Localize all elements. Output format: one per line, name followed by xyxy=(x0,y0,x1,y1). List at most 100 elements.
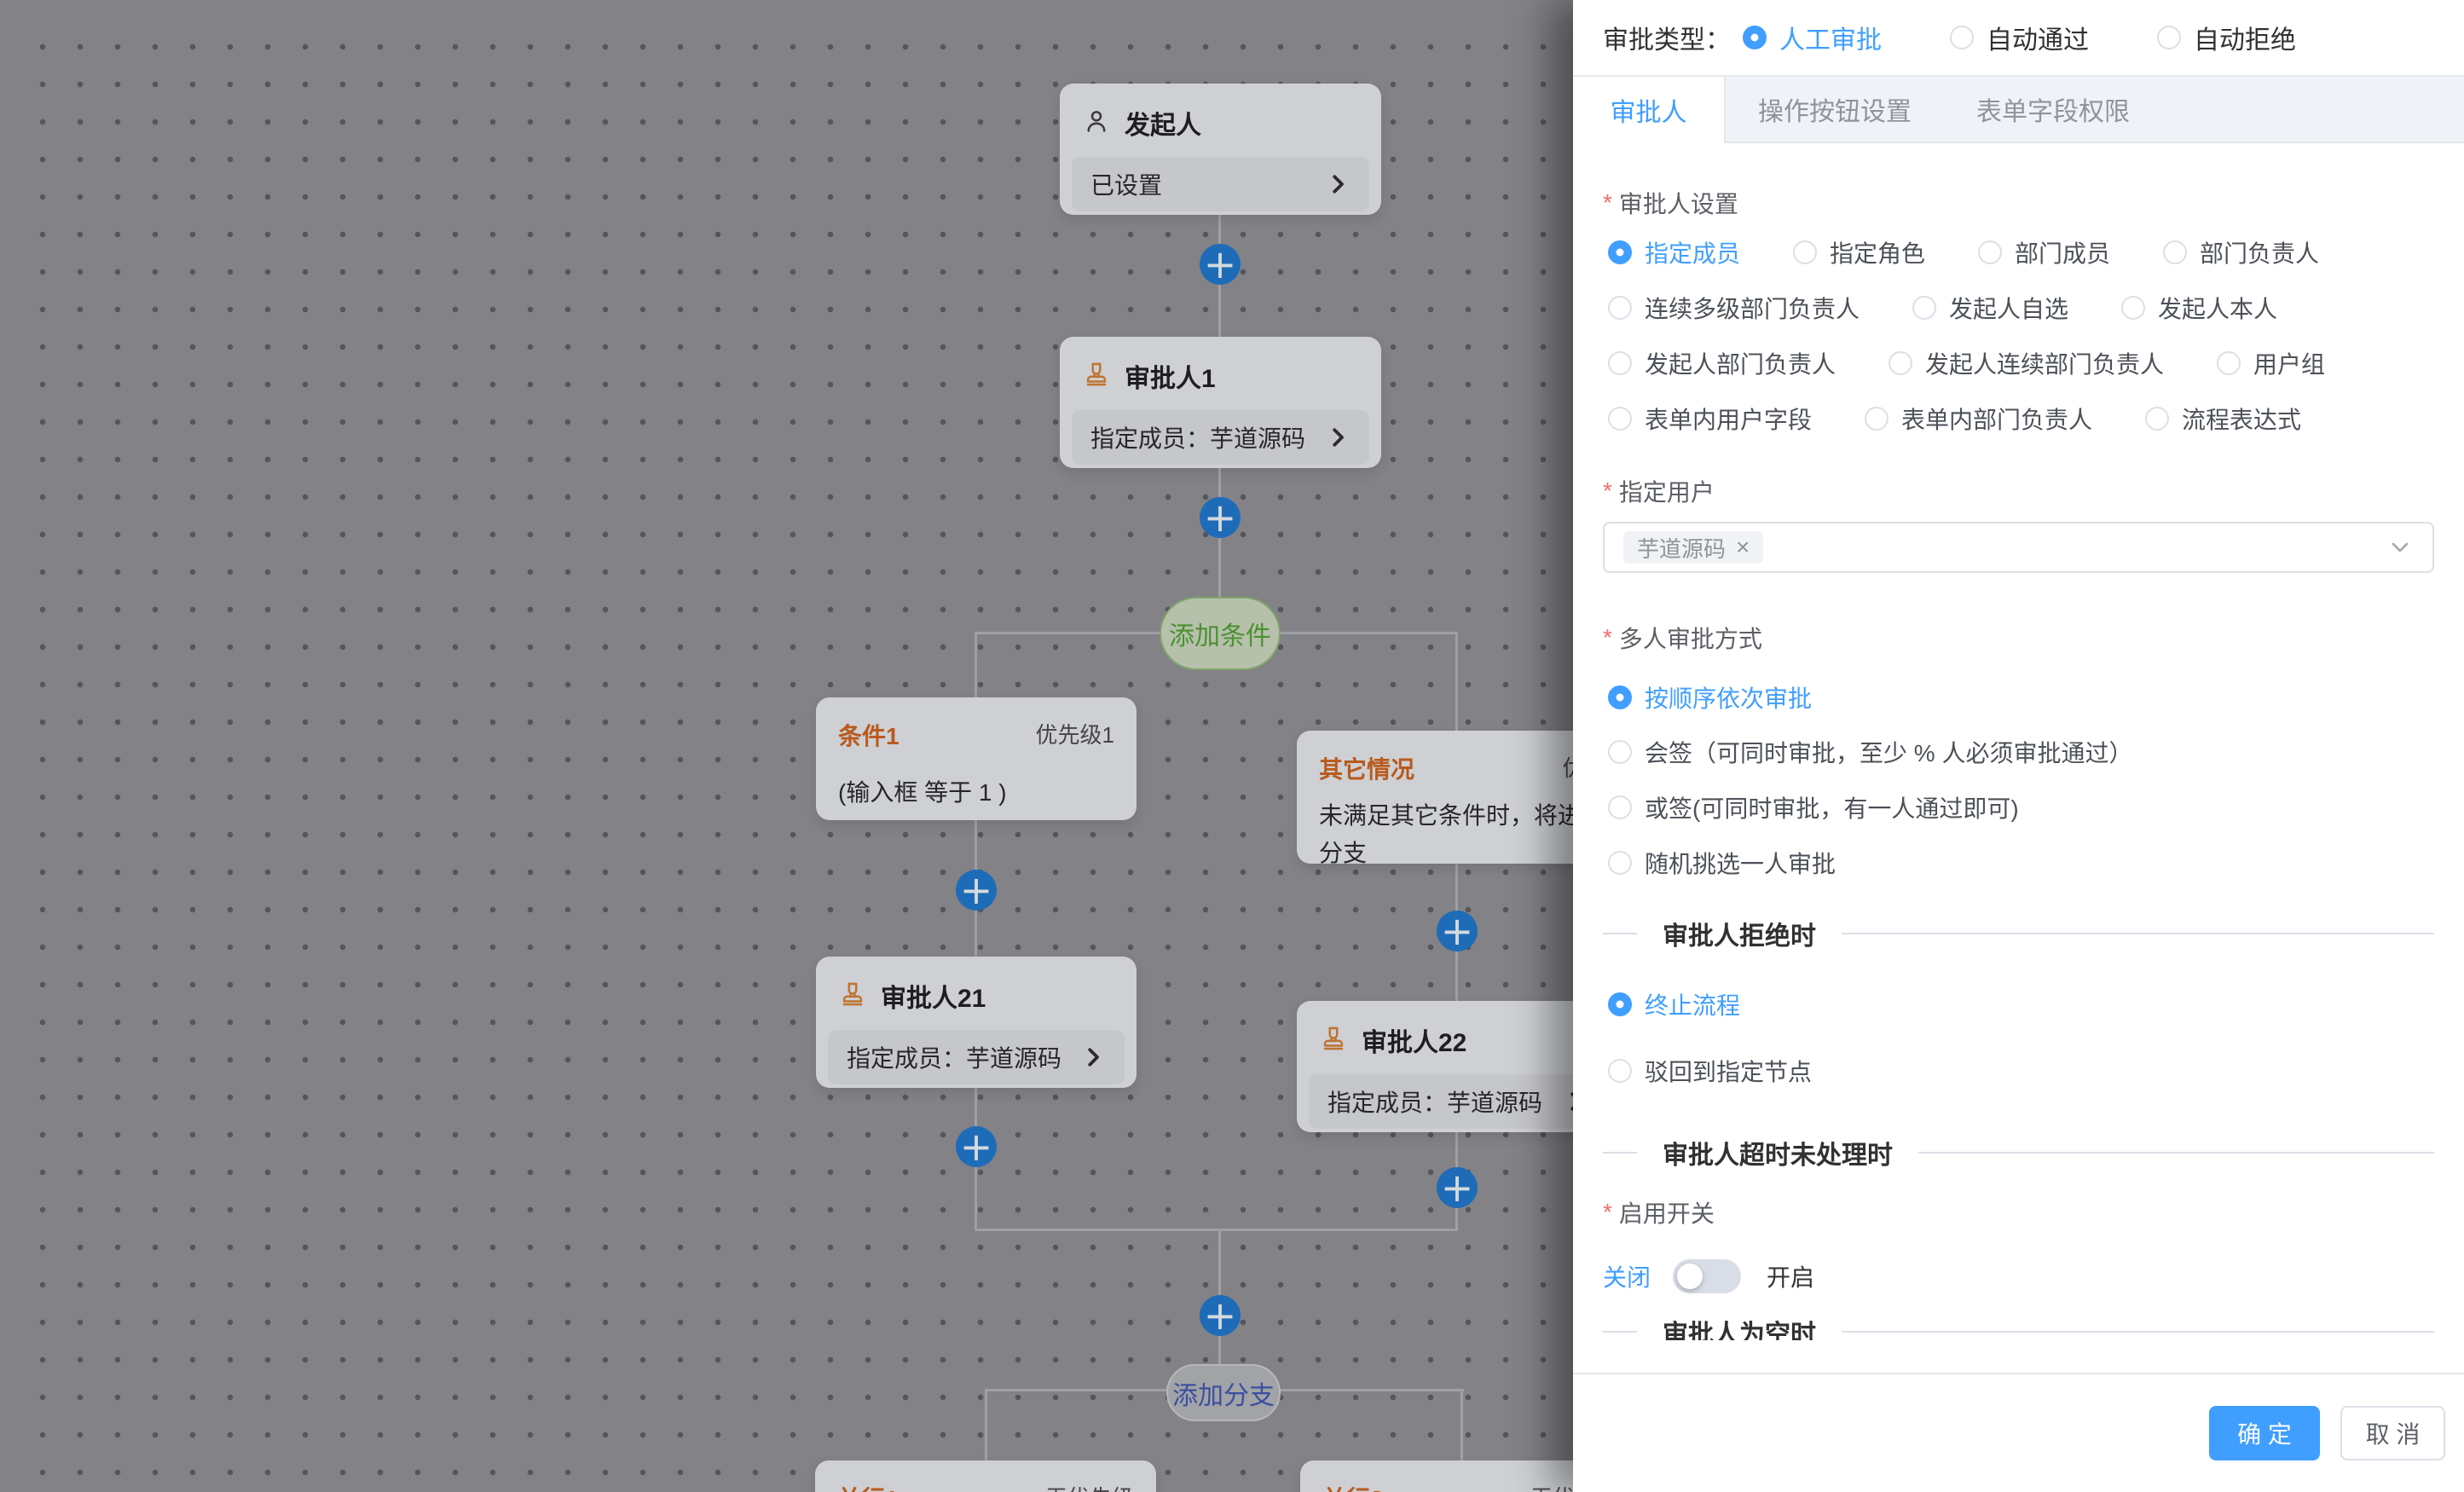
drawer-body[interactable]: * 审批人设置 指定成员 指定角色 部门成员 部门负责人 连续多级部门负责人 发… xyxy=(1573,143,2464,1340)
tag-close-icon[interactable]: × xyxy=(1736,535,1750,559)
radio-initiator-multi-dept-leader[interactable]: 发起人连续部门负责人 xyxy=(1888,346,2164,380)
radio-return-to-node[interactable]: 驳回到指定节点 xyxy=(1608,1054,1812,1088)
cancel-button[interactable]: 取 消 xyxy=(2340,1406,2445,1460)
radio-terminate-process[interactable]: 终止流程 xyxy=(1608,987,1740,1021)
approval-type-row: 审批类型： 人工审批 自动通过 自动拒绝 xyxy=(1603,0,2447,75)
confirm-button[interactable]: 确 定 xyxy=(2209,1406,2320,1460)
add-branch-button[interactable]: 添加分支 xyxy=(1166,1364,1281,1421)
settings-tabbar: 审批人 操作按钮设置 表单字段权限 xyxy=(1573,75,2464,143)
tab-action-buttons[interactable]: 操作按钮设置 xyxy=(1726,77,1944,142)
add-node-button[interactable]: + xyxy=(956,1126,997,1167)
condition-title: 并行2 xyxy=(1322,1481,1384,1492)
radio-initiator-dept-leader[interactable]: 发起人部门负责人 xyxy=(1608,346,1836,380)
radio-assign-member[interactable]: 指定成员 xyxy=(1608,235,1740,269)
connector-line xyxy=(1218,468,1221,497)
radio-dept-leader[interactable]: 部门负责人 xyxy=(2163,235,2319,269)
radio-icon xyxy=(1888,351,1912,375)
node-approver22[interactable]: 审批人22 指定成员：芋道源码 xyxy=(1297,1001,1619,1132)
radio-icon xyxy=(1743,26,1767,49)
node-content-row[interactable]: 指定成员：芋道源码 xyxy=(828,1030,1125,1084)
stamp-icon xyxy=(1082,360,1111,393)
radio-dept-member[interactable]: 部门成员 xyxy=(1978,235,2110,269)
connector-line xyxy=(1460,1391,1463,1460)
add-node-button[interactable]: + xyxy=(1200,1295,1241,1336)
radio-random-one[interactable]: 随机挑选一人审批 xyxy=(1608,846,1836,880)
radio-icon xyxy=(1950,26,1974,49)
radio-sequential-approve[interactable]: 按顺序依次审批 xyxy=(1608,680,1812,714)
radio-icon xyxy=(2163,240,2187,264)
add-node-button[interactable]: + xyxy=(1200,497,1241,538)
tabbar-inactive-area: 操作按钮设置 表单字段权限 xyxy=(1724,77,2464,143)
connector-line xyxy=(1218,215,1221,244)
enable-switch-row: 关闭 开启 xyxy=(1603,1259,2434,1293)
enable-toggle[interactable] xyxy=(1673,1259,1741,1293)
divider-line xyxy=(1918,1152,2434,1154)
user-tag: 芋道源码 × xyxy=(1623,531,1763,564)
connector-line xyxy=(975,911,977,957)
stamp-icon xyxy=(838,980,867,1013)
divider-line xyxy=(1603,1331,1637,1333)
approver-setting-row: 连续多级部门负责人 发起人自选 发起人本人 xyxy=(1603,291,2434,325)
node-approver1[interactable]: 审批人1 指定成员：芋道源码 xyxy=(1060,337,1381,468)
assign-user-select[interactable]: 芋道源码 × xyxy=(1603,522,2434,573)
radio-multi-level-dept-leader[interactable]: 连续多级部门负责人 xyxy=(1608,291,1860,325)
radio-form-user-field[interactable]: 表单内用户字段 xyxy=(1608,402,1812,436)
radio-icon xyxy=(2217,351,2241,375)
condition-priority: 无优先级 xyxy=(1045,1481,1134,1492)
node-approver21[interactable]: 审批人21 指定成员：芋道源码 xyxy=(816,957,1137,1088)
radio-assign-role[interactable]: 指定角色 xyxy=(1793,235,1925,269)
multi-approve-row: 随机挑选一人审批 xyxy=(1603,846,2434,880)
condition-title: 其它情况 xyxy=(1319,751,1414,785)
approval-type-label: 审批类型： xyxy=(1603,19,1731,56)
tab-form-permissions[interactable]: 表单字段权限 xyxy=(1944,77,2162,142)
reject-option-row: 驳回到指定节点 xyxy=(1603,1054,2434,1088)
node-title: 审批人1 xyxy=(1125,357,1216,395)
radio-icon xyxy=(1608,795,1632,819)
radio-icon xyxy=(1978,240,2002,264)
radio-icon xyxy=(1608,851,1632,875)
radio-auto-reject[interactable]: 自动拒绝 xyxy=(2157,19,2296,56)
radio-auto-approve[interactable]: 自动通过 xyxy=(1950,19,2089,56)
radio-countersign[interactable]: 会签（可同时审批，至少 % 人必须审批通过） xyxy=(1608,735,2132,769)
multi-approve-row: 按顺序依次审批 xyxy=(1603,680,2434,714)
node-content-row[interactable]: 已设置 xyxy=(1072,157,1369,211)
radio-initiator-self[interactable]: 发起人本人 xyxy=(2121,291,2277,325)
radio-user-group[interactable]: 用户组 xyxy=(2217,346,2325,380)
connector-line xyxy=(1218,1230,1221,1295)
connector-line xyxy=(975,1167,977,1230)
connector-line xyxy=(985,1391,987,1460)
divider-line xyxy=(1603,933,1637,934)
node-content-row[interactable]: 指定成员：芋道源码 xyxy=(1309,1074,1607,1129)
add-node-button[interactable]: + xyxy=(1200,244,1241,285)
stamp-icon xyxy=(1319,1024,1348,1057)
user-icon xyxy=(1082,107,1111,140)
radio-form-dept-leader[interactable]: 表单内部门负责人 xyxy=(1865,402,2092,436)
add-node-button[interactable]: + xyxy=(956,870,997,911)
node-start[interactable]: 发起人 已设置 xyxy=(1060,84,1381,215)
node-condition1[interactable]: 条件1 优先级1 (输入框 等于 1 ) xyxy=(816,697,1137,820)
radio-icon xyxy=(2145,407,2169,431)
condition-title: 条件1 xyxy=(838,718,899,752)
required-asterisk: * xyxy=(1603,624,1612,651)
node-parallel1[interactable]: 并行1 无优先级 xyxy=(815,1460,1156,1492)
connector-line xyxy=(975,633,977,697)
tab-approver[interactable]: 审批人 xyxy=(1573,77,1724,143)
divider-line xyxy=(1603,1152,1637,1154)
switch-off-label: 关闭 xyxy=(1603,1259,1651,1293)
reject-option-row: 终止流程 xyxy=(1603,987,2434,1021)
connector-line xyxy=(1455,1132,1458,1167)
add-condition-button[interactable]: 添加条件 xyxy=(1160,597,1281,670)
chevron-right-icon xyxy=(1325,425,1351,450)
reject-section-divider: 审批人拒绝时 xyxy=(1603,917,2434,951)
connector-line xyxy=(1455,951,1458,1001)
radio-icon xyxy=(1608,407,1632,431)
connector-line xyxy=(1455,1208,1458,1230)
radio-process-expression[interactable]: 流程表达式 xyxy=(2145,402,2301,436)
radio-manual-approve[interactable]: 人工审批 xyxy=(1743,19,1882,56)
radio-orsign[interactable]: 或签(可同时审批，有一人通过即可) xyxy=(1608,790,2019,824)
switch-on-label: 开启 xyxy=(1767,1259,1814,1293)
add-node-button[interactable]: + xyxy=(1437,911,1478,951)
node-content-row[interactable]: 指定成员：芋道源码 xyxy=(1072,410,1369,465)
radio-initiator-choose[interactable]: 发起人自选 xyxy=(1912,291,2068,325)
add-node-button[interactable]: + xyxy=(1437,1167,1478,1208)
